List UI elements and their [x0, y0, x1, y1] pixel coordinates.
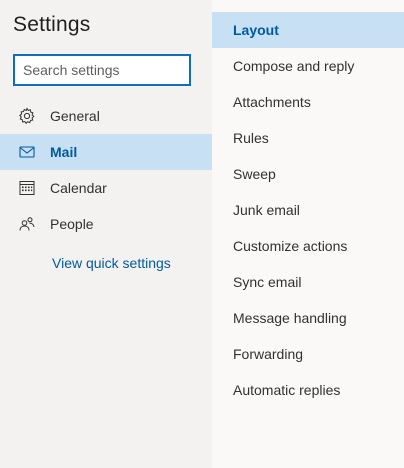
mail-icon: [18, 143, 36, 161]
settings-nav: General Mail Calendar People: [0, 98, 212, 242]
people-icon: [18, 215, 36, 233]
nav-item-label: Mail: [50, 144, 78, 160]
mail-settings-list: Layout Compose and reply Attachments Rul…: [212, 12, 404, 408]
nav-item-label: Calendar: [50, 180, 107, 196]
mail-settings-item-rules[interactable]: Rules: [212, 120, 404, 156]
nav-item-people[interactable]: People: [0, 206, 212, 242]
nav-item-general[interactable]: General: [0, 98, 212, 134]
gear-icon: [18, 107, 36, 125]
nav-item-calendar[interactable]: Calendar: [0, 170, 212, 206]
nav-item-mail[interactable]: Mail: [0, 134, 212, 170]
view-quick-settings-link[interactable]: View quick settings: [52, 255, 171, 271]
mail-settings-item-attachments[interactable]: Attachments: [212, 84, 404, 120]
search-input[interactable]: [13, 54, 191, 86]
nav-item-label: People: [50, 216, 94, 232]
mail-settings-item-compose-and-reply[interactable]: Compose and reply: [212, 48, 404, 84]
nav-item-label: General: [50, 108, 100, 124]
page-title: Settings: [13, 13, 91, 36]
settings-panel: Settings General M: [0, 0, 404, 468]
mail-settings-item-sweep[interactable]: Sweep: [212, 156, 404, 192]
mail-settings-item-sync-email[interactable]: Sync email: [212, 264, 404, 300]
mail-settings-item-customize-actions[interactable]: Customize actions: [212, 228, 404, 264]
mail-settings-item-message-handling[interactable]: Message handling: [212, 300, 404, 336]
mail-settings-item-forwarding[interactable]: Forwarding: [212, 336, 404, 372]
mail-settings-item-automatic-replies[interactable]: Automatic replies: [212, 372, 404, 408]
calendar-icon: [18, 179, 36, 197]
settings-category-pane: Settings General M: [0, 0, 212, 468]
mail-settings-item-junk-email[interactable]: Junk email: [212, 192, 404, 228]
mail-settings-pane: Layout Compose and reply Attachments Rul…: [212, 0, 404, 468]
mail-settings-item-layout[interactable]: Layout: [212, 12, 404, 48]
